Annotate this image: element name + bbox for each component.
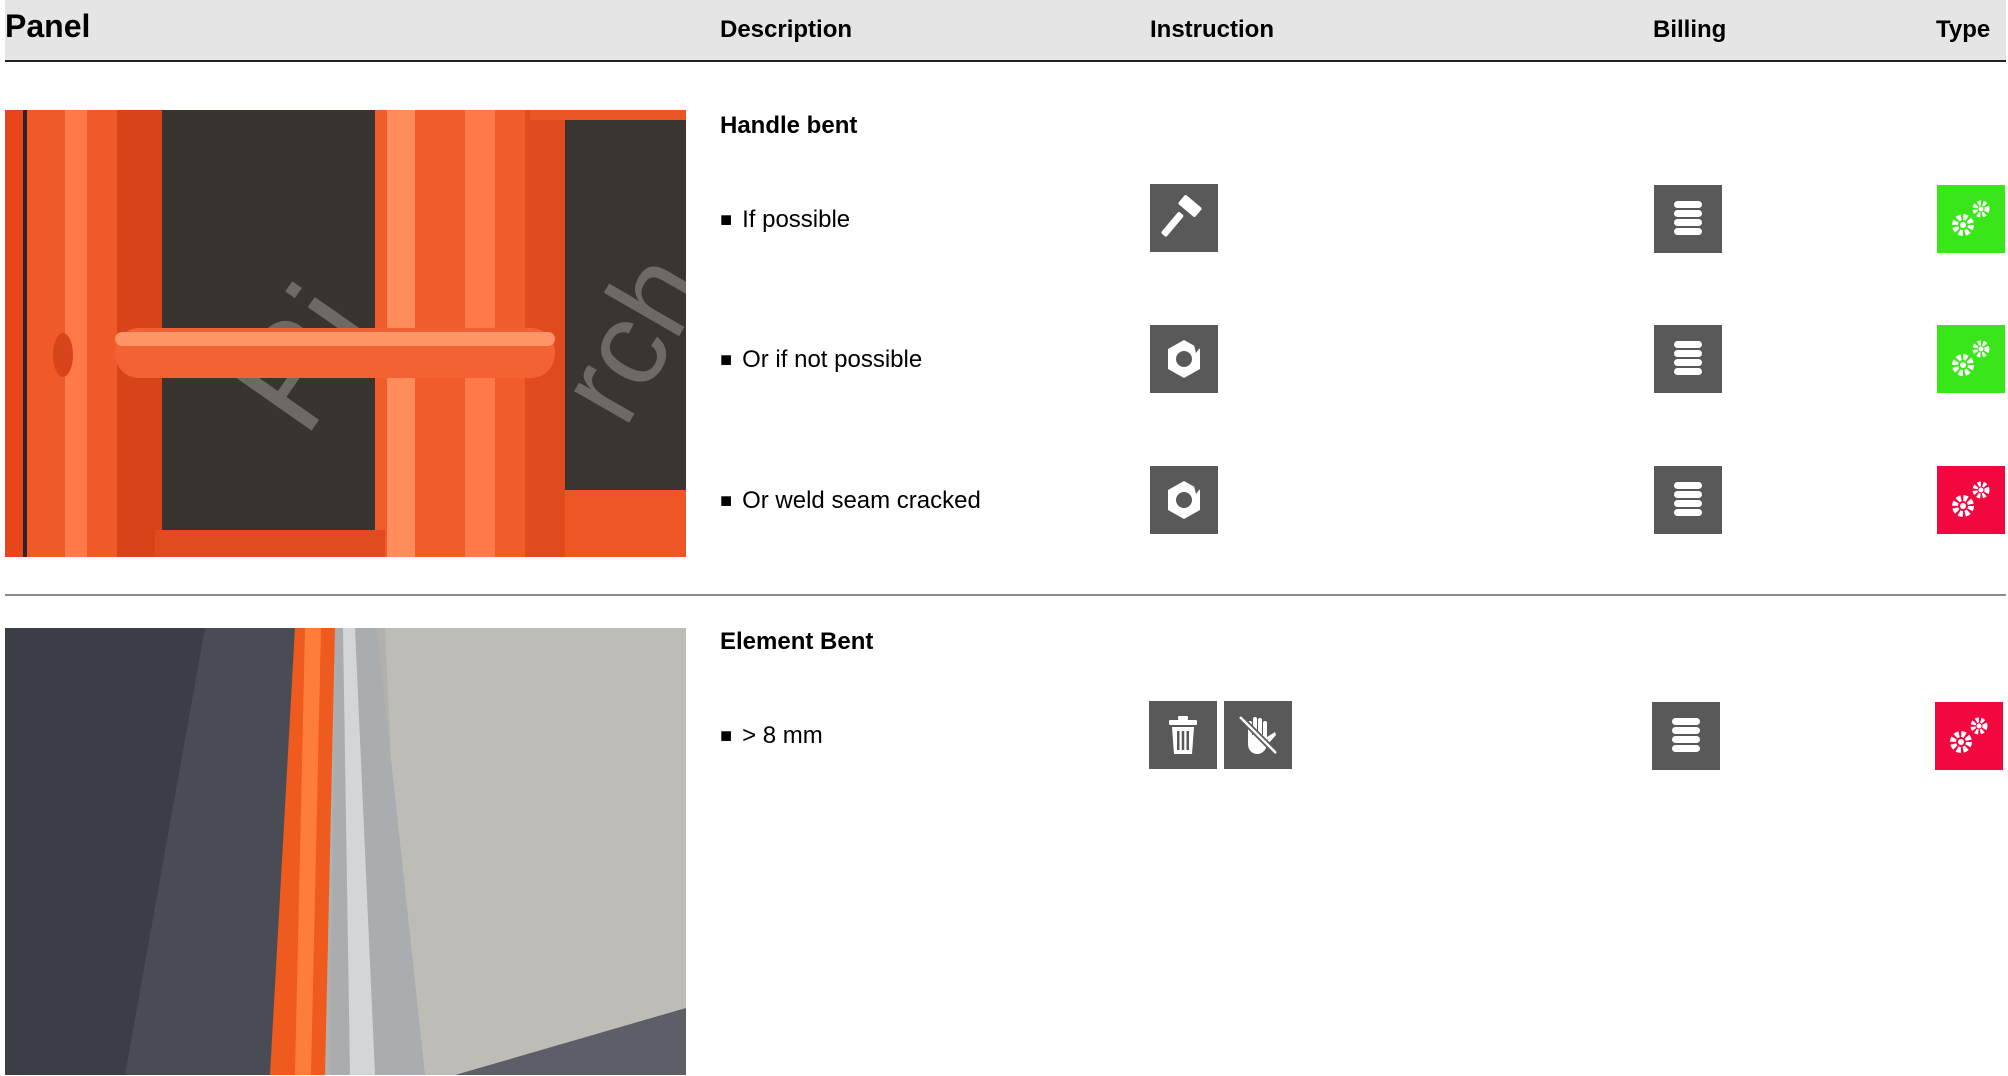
coin-stack-icon [1654, 185, 1722, 253]
row-label-text: If possible [742, 206, 851, 233]
row-label: ■ > 8 mm [720, 722, 823, 750]
coin-stack-icon [1652, 702, 1720, 770]
bullet: ■ [720, 490, 733, 512]
header-billing: Billing [1653, 16, 1727, 43]
header-type: Type [1936, 16, 1991, 43]
coin-stack-icon [1654, 466, 1722, 534]
section-divider [5, 594, 2006, 596]
header-description: Description [720, 16, 853, 43]
gears-icon [1937, 185, 2005, 253]
section-title: Handle bent [720, 112, 858, 139]
broken-nut-icon [1150, 325, 1218, 393]
row-label: ■ Or weld seam cracked [720, 487, 981, 515]
table-header: Panel Description Instruction Billing Ty… [5, 0, 2006, 62]
bullet: ■ [720, 349, 733, 371]
row-label-text: Or if not possible [742, 346, 923, 373]
bullet: ■ [720, 725, 733, 747]
header-panel: Panel [5, 8, 91, 44]
row-label-text: > 8 mm [742, 722, 823, 749]
gears-icon [1935, 702, 2003, 770]
header-instruction: Instruction [1150, 16, 1274, 43]
hammer-icon [1150, 184, 1218, 252]
trash-icon [1149, 701, 1217, 769]
no-touch-icon [1224, 701, 1292, 769]
row-label: ■ If possible [720, 206, 850, 234]
row-label: ■ Or if not possible [720, 346, 922, 374]
row-label-text: Or weld seam cracked [742, 487, 981, 514]
handle-bent-photo: Ri rch [5, 110, 686, 557]
section-title: Element Bent [720, 628, 874, 655]
element-bent-photo [5, 628, 686, 1075]
bullet: ■ [720, 209, 733, 231]
gears-icon [1937, 325, 2005, 393]
broken-nut-icon [1150, 466, 1218, 534]
coin-stack-icon [1654, 325, 1722, 393]
gears-icon [1937, 466, 2005, 534]
